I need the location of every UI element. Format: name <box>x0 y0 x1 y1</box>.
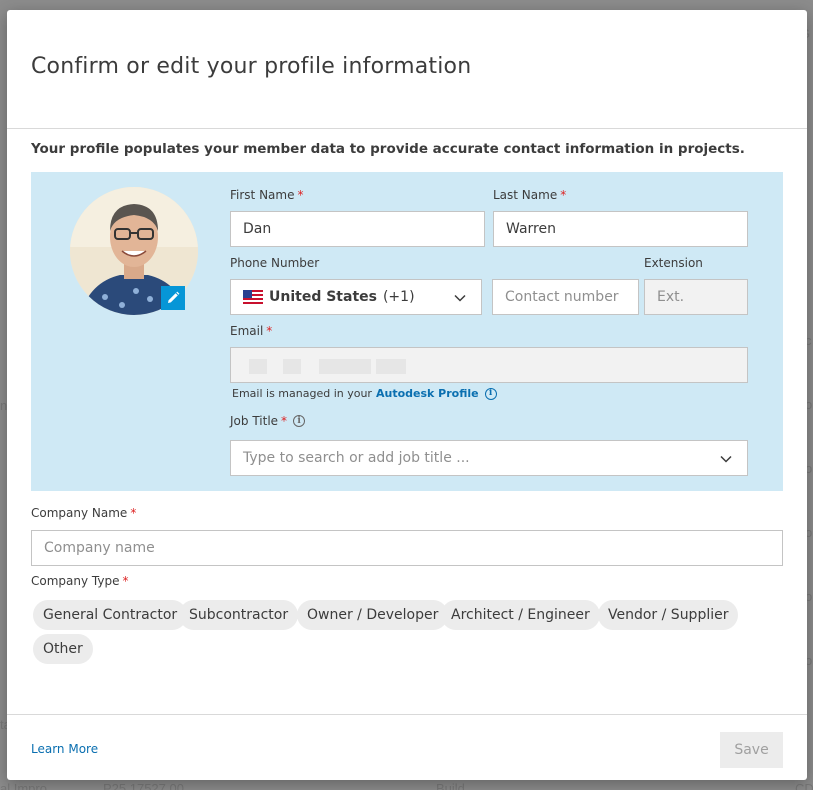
company-type-chip[interactable]: Owner / Developer <box>297 600 449 630</box>
phone-label: Phone Number <box>230 256 320 270</box>
pencil-icon <box>168 291 180 303</box>
avatar-container <box>70 187 198 315</box>
job-title-label: Job Title * i <box>230 414 306 428</box>
chevron-down-icon <box>720 455 732 463</box>
us-flag-icon <box>243 290 263 304</box>
job-title-combobox[interactable]: Type to search or add job title ... <box>230 440 748 476</box>
email-helper-text: Email is managed in your <box>232 387 372 400</box>
first-name-label: First Name * <box>230 188 304 202</box>
last-name-input[interactable]: Warren <box>493 211 748 247</box>
last-name-label: Last Name * <box>493 188 567 202</box>
company-name-input[interactable]: Company name <box>31 530 783 566</box>
dialog-footer: Learn More Save <box>7 714 807 780</box>
company-type-chip[interactable]: Subcontractor <box>179 600 299 630</box>
dialog-title: Confirm or edit your profile information <box>31 54 472 79</box>
first-name-input[interactable]: Dan <box>230 211 485 247</box>
company-name-label: Company Name * <box>31 506 137 520</box>
dialog-intro: Your profile populates your member data … <box>31 141 745 157</box>
country-name: United States <box>269 289 377 305</box>
autodesk-profile-link[interactable]: Autodesk Profile <box>376 387 479 400</box>
info-icon[interactable]: i <box>293 415 306 427</box>
company-type-chip[interactable]: General Contractor <box>33 600 188 630</box>
redacted-email <box>249 359 267 374</box>
profile-panel: First Name * Dan Last Name * Warren Phone … <box>31 172 783 491</box>
company-type-chip[interactable]: Architect / Engineer <box>441 600 600 630</box>
contact-number-input[interactable]: Contact number <box>492 279 639 315</box>
company-type-label: Company Type * <box>31 574 129 588</box>
learn-more-link[interactable]: Learn More <box>31 742 98 756</box>
country-dial-code: (+1) <box>382 289 415 305</box>
save-button[interactable]: Save <box>720 732 783 768</box>
edit-avatar-button[interactable] <box>161 286 185 310</box>
redacted-email <box>319 359 371 374</box>
dialog-header: Confirm or edit your profile information <box>7 10 807 129</box>
extension-input[interactable]: Ext. <box>644 279 748 315</box>
profile-dialog: Confirm or edit your profile information… <box>7 10 807 780</box>
email-label: Email * <box>230 324 273 338</box>
chevron-down-icon <box>454 294 466 302</box>
redacted-email <box>283 359 301 374</box>
redacted-email <box>376 359 406 374</box>
email-helper: Email is managed in your Autodesk Profil… <box>232 387 497 400</box>
country-code-select[interactable]: United States (+1) <box>230 279 482 315</box>
extension-label: Extension <box>644 256 703 270</box>
email-field <box>230 347 748 383</box>
company-type-chip[interactable]: Other <box>33 634 93 664</box>
info-icon[interactable]: i <box>484 387 497 400</box>
company-type-chip[interactable]: Vendor / Supplier <box>598 600 739 630</box>
job-title-placeholder: Type to search or add job title ... <box>243 450 470 466</box>
